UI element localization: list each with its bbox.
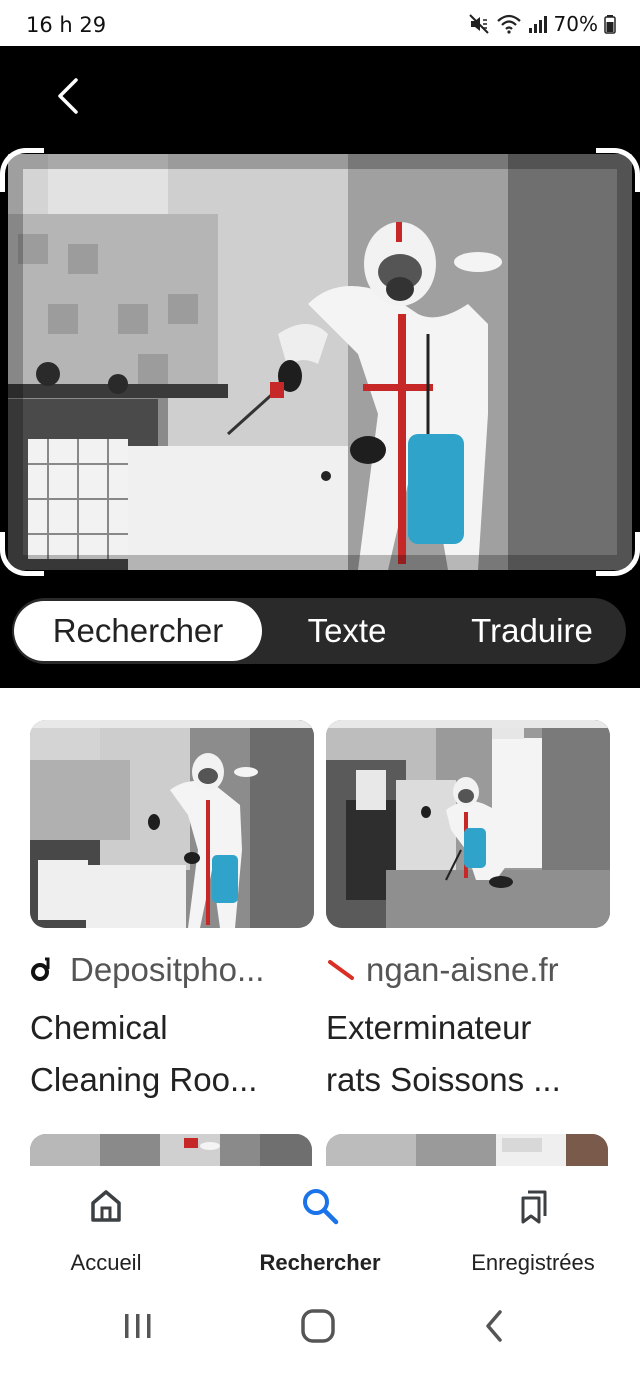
selection-corner-top-left[interactable] (0, 148, 44, 192)
selection-corner-top-right[interactable] (596, 148, 640, 192)
nav-rechercher[interactable]: Rechercher (220, 1184, 420, 1276)
back-arrow-icon[interactable] (48, 74, 92, 118)
depositphotos-logo-icon (30, 950, 70, 990)
selection-corner-bottom-left[interactable] (0, 532, 44, 576)
nav-label: Accueil (70, 1250, 142, 1275)
nav-enregistrees[interactable]: Enregistrées (433, 1184, 633, 1276)
nav-label: Rechercher (259, 1250, 381, 1275)
visual-matches: Depositpho... Chemical Cleaning Roo... n… (0, 688, 640, 1166)
nav-accueil[interactable]: Accueil (6, 1184, 206, 1276)
status-bar: 16 h 29 70% (0, 0, 640, 46)
result-thumbnail[interactable] (30, 720, 314, 928)
signal-icon (528, 16, 547, 33)
wifi-icon (496, 14, 521, 34)
selected-image[interactable] (8, 154, 632, 570)
mode-tabs: Rechercher Texte Traduire (12, 598, 626, 664)
status-icons: 70% (468, 12, 616, 36)
result-thumbnail[interactable] (326, 720, 610, 928)
bottom-navigation: Accueil Rechercher Enregistrées (0, 1166, 640, 1284)
status-time: 16 h 29 (26, 13, 107, 37)
tab-texte[interactable]: Texte (292, 601, 402, 661)
result-title[interactable]: Chemical Cleaning Roo... (30, 1002, 314, 1106)
tab-traduire[interactable]: Traduire (447, 601, 617, 661)
red-slash-favicon-icon (326, 950, 366, 990)
lens-viewer: Rechercher Texte Traduire (0, 46, 640, 688)
home-icon (91, 1190, 121, 1222)
search-icon (303, 1189, 339, 1225)
system-back-icon[interactable] (474, 1304, 518, 1348)
source-name: Depositpho... (70, 951, 265, 988)
source-name: ngan-aisne.fr (366, 951, 559, 988)
system-navigation-bar (0, 1284, 640, 1373)
battery-level: 70% (553, 12, 598, 36)
selection-corner-bottom-right[interactable] (596, 532, 640, 576)
recent-apps-icon[interactable] (116, 1304, 160, 1348)
result-card[interactable]: Depositpho... Chemical Cleaning Roo... (30, 720, 314, 1106)
result-thumbnail-peek[interactable] (326, 1134, 608, 1166)
saved-icon (521, 1190, 547, 1224)
result-thumbnail-peek[interactable] (30, 1134, 312, 1166)
mute-icon (468, 14, 489, 34)
battery-icon (604, 15, 616, 34)
result-card[interactable]: ngan-aisne.fr Exterminateur rats Soisson… (326, 720, 610, 1106)
nav-label: Enregistrées (471, 1250, 595, 1275)
result-title[interactable]: Exterminateur rats Soissons ... (326, 1002, 610, 1106)
result-source[interactable]: ngan-aisne.fr (326, 950, 610, 990)
tab-rechercher[interactable]: Rechercher (14, 601, 262, 661)
result-source[interactable]: Depositpho... (30, 950, 314, 990)
home-button-icon[interactable] (296, 1304, 340, 1348)
